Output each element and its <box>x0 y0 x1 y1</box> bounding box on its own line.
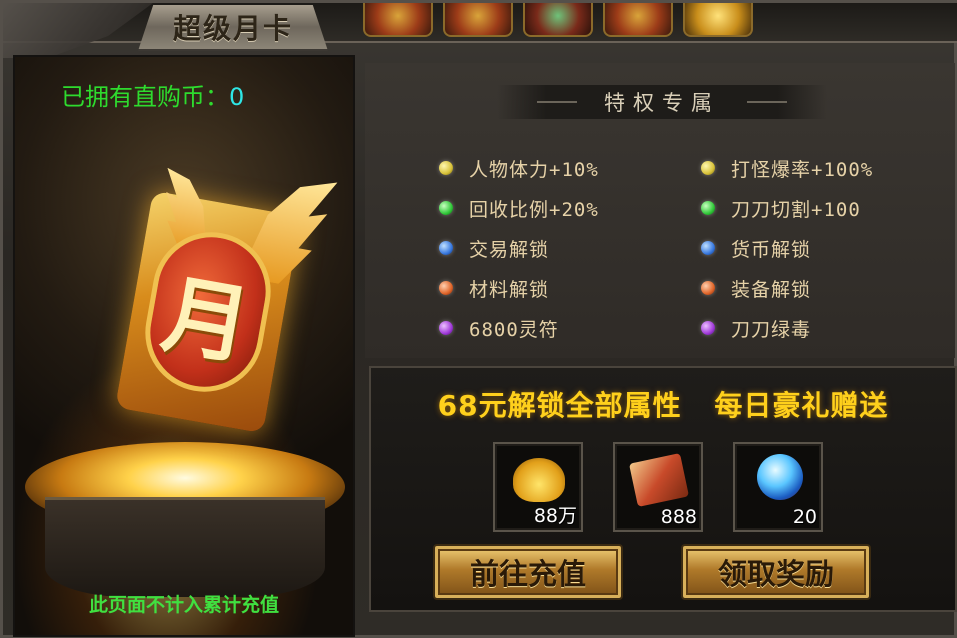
purple-gem-icon <box>439 321 453 335</box>
blue-gem-icon <box>439 241 453 255</box>
activity-gold-pile-icon[interactable] <box>683 3 753 37</box>
privilege-label: 刀刀切割+100 <box>731 198 861 221</box>
daily-rewards-panel: 68元解锁全部属性 每日豪礼赠送 88万 888 20 前往充值 领取奖励 <box>369 366 957 612</box>
activity-red-envelope-icon[interactable] <box>363 3 433 37</box>
pedestal-base <box>45 497 325 597</box>
reward-slot-gold[interactable]: 88万 <box>493 442 583 532</box>
privileges-left-column: 人物体力+10% 回收比例+20% 交易解锁 材料解锁 6800灵符 <box>439 148 599 348</box>
rewards-title: 68元解锁全部属性 每日豪礼赠送 <box>437 389 889 422</box>
privilege-label: 装备解锁 <box>731 278 812 301</box>
activity-treasure-chest-icon[interactable] <box>443 3 513 37</box>
orange-gem-icon <box>439 281 453 295</box>
game-window: 超级月卡 已拥有直购币：0 月 此页面不计入累计充值 特权专属 人物体力+10% <box>0 0 957 638</box>
direct-coins-label: 已拥有直购币： <box>61 83 229 111</box>
privilege-item: 交易解锁 <box>439 228 599 268</box>
privilege-label: 回收比例+20% <box>469 198 599 221</box>
direct-coins-line: 已拥有直购币：0 <box>61 77 244 112</box>
reward-slot-orb[interactable]: 20 <box>733 442 823 532</box>
month-card-glyph: 月 <box>155 262 258 378</box>
claim-reward-button[interactable]: 领取奖励 <box>681 544 871 600</box>
direct-coins-value: 0 <box>229 83 245 111</box>
privilege-item: 回收比例+20% <box>439 188 599 228</box>
privilege-item: 6800灵符 <box>439 308 599 348</box>
blue-gem-icon <box>701 241 715 255</box>
reward-slot-scroll[interactable]: 888 <box>613 442 703 532</box>
privilege-label: 货币解锁 <box>731 238 812 261</box>
purple-gem-icon <box>701 321 715 335</box>
privilege-item: 打怪爆率+100% <box>701 148 873 188</box>
privilege-item: 装备解锁 <box>701 268 873 308</box>
privilege-label: 刀刀绿毒 <box>731 318 812 341</box>
go-recharge-button[interactable]: 前往充值 <box>433 544 623 600</box>
reward-count: 88万 <box>533 505 577 527</box>
title-plate: 超级月卡 <box>138 5 328 51</box>
window-title: 超级月卡 <box>172 12 293 45</box>
privilege-label: 材料解锁 <box>469 278 550 301</box>
privileges-header-label: 特权专属 <box>604 91 720 115</box>
reward-slots: 88万 888 20 <box>493 442 823 532</box>
month-card-icon: 月 <box>115 191 301 434</box>
reward-count: 888 <box>660 506 697 528</box>
privilege-item: 刀刀绿毒 <box>701 308 873 348</box>
privilege-label: 交易解锁 <box>469 238 550 261</box>
privilege-item: 刀刀切割+100 <box>701 188 873 228</box>
claim-reward-label: 领取奖励 <box>717 557 834 591</box>
scroll-icon <box>628 453 690 507</box>
activity-gift-box-icon[interactable] <box>523 3 593 37</box>
month-card-showcase: 已拥有直购币：0 月 此页面不计入累计充值 <box>13 55 355 637</box>
recharge-notice: 此页面不计入累计充值 <box>88 594 279 616</box>
go-recharge-label: 前往充值 <box>469 557 586 591</box>
green-gem-icon <box>439 201 453 215</box>
privileges-right-column: 打怪爆率+100% 刀刀切割+100 货币解锁 装备解锁 刀刀绿毒 <box>701 148 873 348</box>
reward-count: 20 <box>792 506 817 528</box>
privilege-item: 人物体力+10% <box>439 148 599 188</box>
privileges-panel: 特权专属 人物体力+10% 回收比例+20% 交易解锁 材料解锁 6800灵符 <box>365 63 955 358</box>
privilege-item: 货币解锁 <box>701 228 873 268</box>
privilege-item: 材料解锁 <box>439 268 599 308</box>
privilege-label: 6800灵符 <box>469 318 559 341</box>
top-activity-icons <box>363 3 753 37</box>
crystal-orb-icon <box>757 454 803 500</box>
green-gem-icon <box>701 201 715 215</box>
privilege-label: 人物体力+10% <box>469 158 599 181</box>
gold-ingot-icon <box>513 458 565 502</box>
activity-lantern-icon[interactable] <box>603 3 673 37</box>
privilege-label: 打怪爆率+100% <box>731 158 874 181</box>
privileges-header: 特权专属 <box>497 85 827 119</box>
yellow-gem-icon <box>701 161 715 175</box>
yellow-gem-icon <box>439 161 453 175</box>
orange-gem-icon <box>701 281 715 295</box>
